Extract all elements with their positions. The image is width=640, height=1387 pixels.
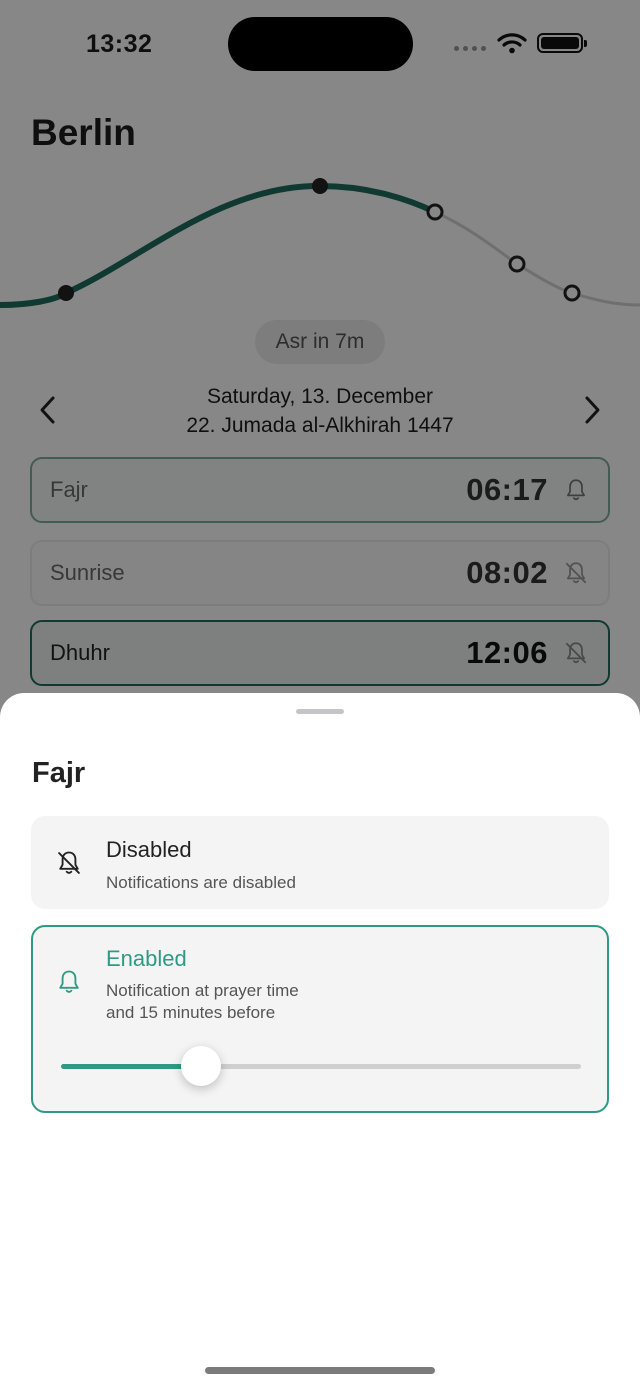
option-subtitle: Notification at prayer time and 15 minut… [106,980,299,1024]
slider-track-fill [61,1064,202,1069]
option-subtitle-line: Notification at prayer time [106,981,299,1000]
option-subtitle: Notifications are disabled [106,873,296,892]
option-title: Enabled [106,946,187,971]
home-indicator[interactable] [205,1367,435,1374]
bell-icon [55,968,83,996]
sheet-title: Fajr [32,757,86,789]
reminder-minutes-slider[interactable] [61,1046,581,1086]
option-title: Disabled [106,837,192,862]
notification-settings-sheet: Fajr Disabled Notifications are disabled… [0,693,640,1387]
option-enabled[interactable]: Enabled Notification at prayer time and … [31,925,609,1113]
slider-thumb[interactable] [181,1046,222,1086]
option-subtitle-line: and 15 minutes before [106,1003,276,1022]
slider-track[interactable] [61,1064,581,1069]
option-disabled[interactable]: Disabled Notifications are disabled [31,816,609,909]
sheet-grabber[interactable] [296,709,344,714]
bell-slash-icon [55,849,83,877]
